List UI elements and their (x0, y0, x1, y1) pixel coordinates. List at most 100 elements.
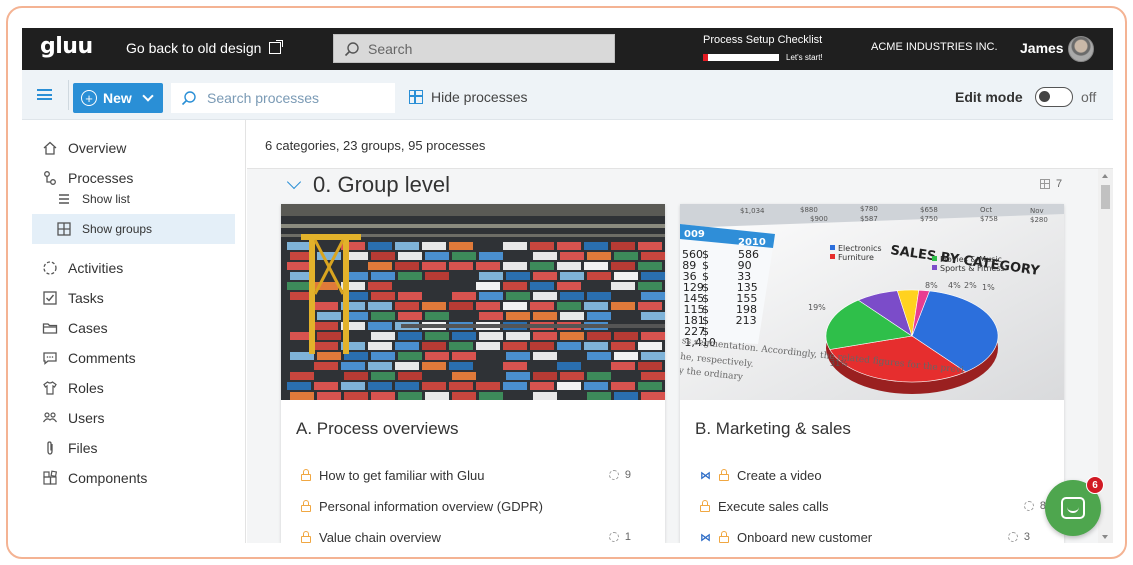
activity-icon (1007, 532, 1018, 542)
svg-text:Oct: Oct (980, 206, 992, 214)
process-row[interactable]: Personal information overview (GDPR) (301, 497, 645, 515)
container-block (287, 262, 311, 270)
container-block (641, 332, 665, 340)
container-block (503, 242, 527, 250)
container-block (425, 272, 449, 280)
sidebar-item-label: Users (68, 410, 105, 426)
sidebar-item-files[interactable]: Files (42, 438, 98, 458)
container-block (395, 362, 419, 370)
model-icon: ⋈ (700, 530, 711, 544)
activity-icon (43, 261, 57, 275)
group-header[interactable]: 0. Group level (286, 172, 450, 198)
toggle-knob (1039, 91, 1050, 102)
sidebar-item-roles[interactable]: Roles (42, 378, 104, 398)
avatar[interactable] (1068, 36, 1094, 62)
process-row[interactable]: Value chain overview 1 (301, 528, 645, 543)
container-block (452, 392, 476, 400)
container-block (641, 372, 665, 380)
scroll-down-arrow[interactable] (1102, 535, 1108, 539)
sidebar-item-tasks[interactable]: Tasks (42, 288, 104, 308)
svg-text:$750: $750 (920, 215, 938, 223)
svg-text:009: 009 (684, 229, 705, 240)
sidebar-item-comments[interactable]: Comments (42, 348, 136, 368)
container-block (371, 292, 395, 300)
crane-leg (309, 234, 315, 354)
container-block (530, 242, 554, 250)
container-block (371, 252, 395, 260)
container-block (368, 362, 392, 370)
hide-processes-button[interactable]: Hide processes (409, 89, 528, 105)
container-block (314, 302, 338, 310)
old-design-link[interactable]: Go back to old design (126, 40, 284, 56)
container-block (638, 282, 662, 290)
setup-checklist[interactable]: Process Setup Checklist Let's start! (703, 34, 829, 62)
user-name[interactable]: James (1020, 40, 1064, 56)
company-name[interactable]: ACME INDUSTRIES INC. (871, 41, 998, 53)
scroll-up-arrow[interactable] (1102, 174, 1108, 178)
container-block (530, 342, 554, 350)
process-row[interactable]: Execute sales calls 8 (700, 497, 1046, 515)
container-block (641, 352, 665, 360)
edit-mode-toggle[interactable] (1035, 87, 1073, 107)
menu-icon[interactable] (37, 89, 52, 100)
sidebar-item-show-groups[interactable]: Show groups (32, 214, 235, 244)
container-block (530, 282, 554, 290)
process-row[interactable]: How to get familiar with Gluu 9 (301, 466, 645, 484)
sidebar-item-cases[interactable]: Cases (42, 318, 108, 338)
sidebar-item-components[interactable]: Components (42, 468, 147, 488)
users-icon (43, 412, 57, 423)
container-block (398, 252, 422, 260)
process-row[interactable]: ⋈ Onboard new customer 3 (700, 528, 1044, 543)
sidebar-item-users[interactable]: Users (42, 408, 105, 428)
container-block (506, 372, 530, 380)
legend-label: Sports & Fitness (940, 264, 1005, 273)
container-block (425, 352, 449, 360)
container-block (506, 332, 530, 340)
container-block (530, 302, 554, 310)
card-title[interactable]: A. Process overviews (296, 419, 459, 439)
process-row[interactable]: ⋈ Create a video (700, 466, 1044, 484)
global-search-input[interactable]: Search (333, 34, 615, 63)
legend-label: Electronics (838, 244, 882, 253)
container-block (371, 352, 395, 360)
process-activity-count: 1 (608, 531, 631, 543)
container-block (557, 382, 581, 390)
sidebar-item-activities[interactable]: Activities (42, 258, 123, 278)
folder-icon (42, 323, 58, 334)
activity-icon (608, 532, 619, 542)
container-block (476, 282, 500, 290)
container-block (368, 342, 392, 350)
new-button[interactable]: + New (73, 83, 163, 113)
gluu-logo[interactable]: gluu (40, 34, 93, 59)
container-block (398, 272, 422, 280)
card-title[interactable]: B. Marketing & sales (695, 419, 851, 439)
sidebar-item-show-list[interactable]: Show list (32, 184, 235, 214)
category-card[interactable]: A. Process overviews How to get familiar… (281, 204, 665, 543)
checklist-subtitle: Let's start! (786, 53, 823, 62)
container-block (560, 292, 584, 300)
container-block (638, 382, 662, 390)
hide-processes-label: Hide processes (431, 89, 528, 105)
container-block (587, 332, 611, 340)
process-search-input[interactable]: Search processes (171, 83, 395, 113)
svg-text:$780: $780 (860, 205, 878, 213)
container-block (422, 302, 446, 310)
svg-text:$758: $758 (980, 215, 998, 223)
svg-text:$900: $900 (810, 215, 828, 223)
container-block (584, 262, 608, 270)
container-block (611, 342, 635, 350)
scroll-thumb[interactable] (1101, 185, 1110, 209)
container-block (341, 382, 365, 390)
process-activity-count: 8 (1023, 500, 1046, 512)
container-block (317, 352, 341, 360)
sidebar-item-overview[interactable]: Overview (42, 138, 126, 158)
pie-percent-label: 19% (808, 303, 826, 312)
process-activity-count: 9 (608, 469, 631, 481)
list-icon (59, 194, 69, 204)
sidebar-item-label: Show groups (82, 222, 153, 236)
sidebar-item-label: Show list (82, 192, 131, 206)
category-card[interactable]: $1,034 $880 $780 $658 Oct Nov $900 $587 $750 $75… (680, 204, 1064, 543)
summary-bar: 6 categories, 23 groups, 95 processes (247, 120, 1113, 169)
container-block (290, 392, 314, 400)
container-block (641, 392, 665, 400)
